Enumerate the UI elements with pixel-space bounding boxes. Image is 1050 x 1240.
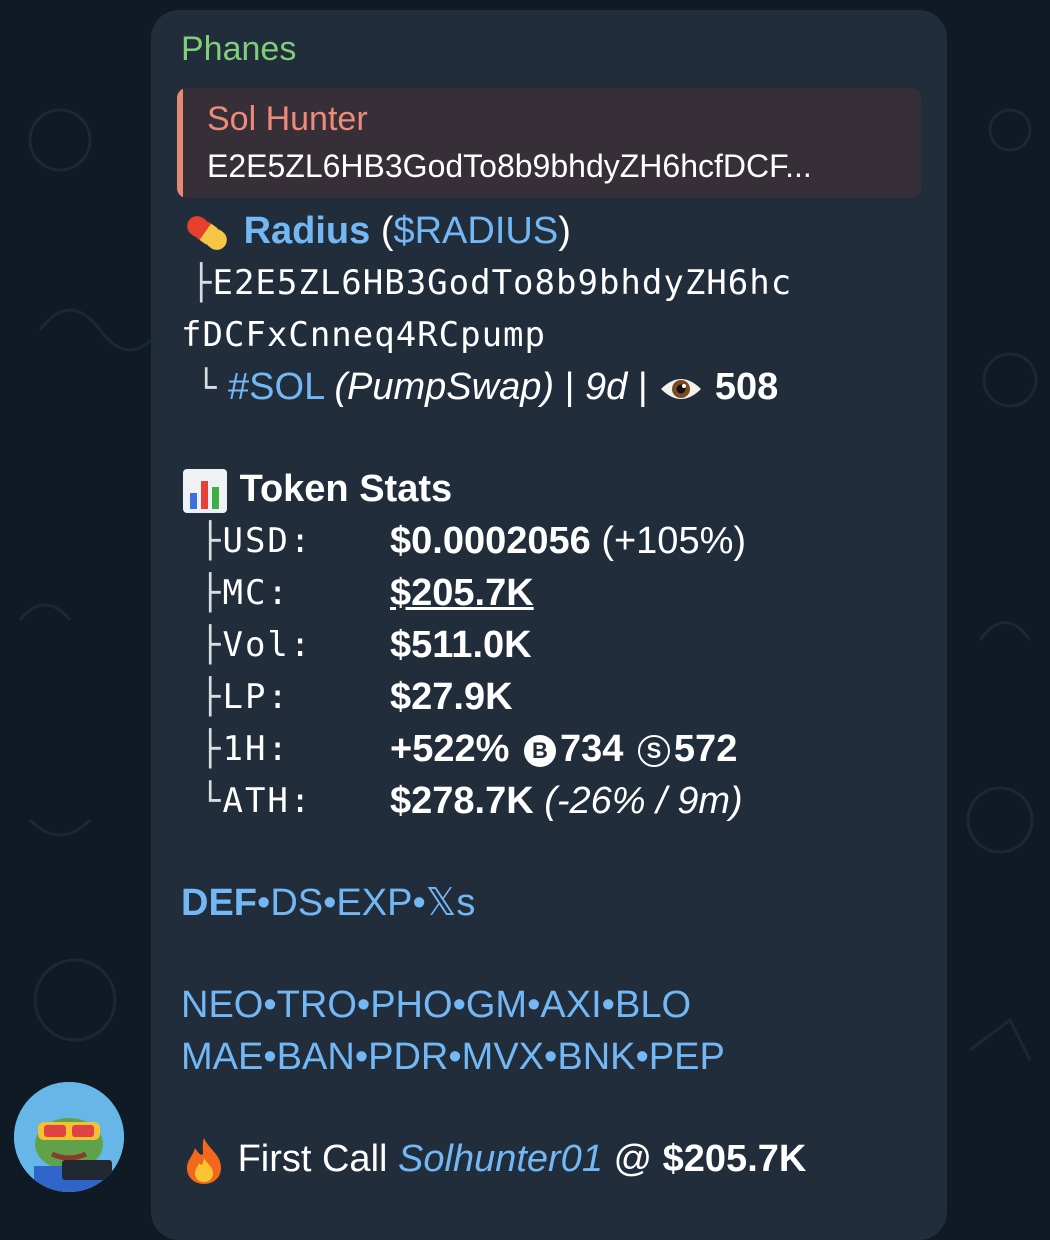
stat-value-usd: $0.0002056 (+105%) (390, 520, 747, 562)
token-meta-line: └ #SOL (PumpSwap) | 9d | 508 (196, 366, 779, 408)
stat-value-1h: +522% B 734 S 572 (390, 728, 738, 770)
stat-label-lp: ├LP: (200, 677, 290, 717)
link-tro[interactable]: TRO (277, 984, 357, 1026)
sells-icon: S (637, 734, 670, 767)
reply-text: E2E5ZL6HB3GodTo8b9bhdyZH6hcfDCF... (207, 148, 812, 184)
contract-address-line2[interactable]: fDCFxCnneq4RCpump (181, 312, 546, 358)
chain-hashtag[interactable]: #SOL (228, 366, 324, 408)
contract-address-line1[interactable]: ├E2E5ZL6HB3GodTo8b9bhdyZH6hc (191, 260, 792, 306)
buys-icon: B (523, 734, 556, 767)
first-call-line: First Call Solhunter01 @ $205.7K (181, 1136, 806, 1186)
stat-value-ath: $278.7K (-26% / 9m) (390, 780, 743, 822)
link-pep[interactable]: PEP (649, 1036, 725, 1078)
fire-icon (187, 1138, 221, 1184)
token-name-link[interactable]: Radius (244, 210, 371, 252)
quick-links-row-2: NEO•TRO•PHO•GM•AXI•BLO (181, 984, 692, 1026)
first-call-label: First Call (237, 1138, 388, 1181)
token-title: Radius ($RADIUS) (181, 208, 571, 255)
first-call-user-link[interactable]: Solhunter01 (398, 1138, 603, 1180)
token-age: 9d (585, 366, 628, 408)
eye-icon (661, 378, 702, 399)
stat-label-ath: └ATH: (200, 781, 313, 821)
pill-icon (187, 216, 227, 250)
token-stats-heading: Token Stats (181, 466, 452, 515)
reply-accent-bar (177, 88, 183, 198)
link-ban[interactable]: BAN (277, 1036, 355, 1078)
token-ticker-link[interactable]: $RADIUS (393, 210, 558, 252)
sells-count: 572 (673, 728, 738, 770)
link-pdr[interactable]: PDR (368, 1036, 448, 1078)
avatar[interactable] (14, 1082, 124, 1192)
view-count: 508 (714, 366, 779, 408)
link-gm[interactable]: GM (466, 984, 527, 1026)
reply-quote[interactable]: Sol Hunter E2E5ZL6HB3GodTo8b9bhdyZH6hcfD… (177, 88, 921, 198)
stat-label-usd: ├USD: (200, 521, 313, 561)
link-xs[interactable]: 𝕏s (426, 882, 476, 924)
first-call-price: $205.7K (662, 1138, 807, 1181)
stat-value-lp: $27.9K (390, 676, 513, 718)
link-mvx[interactable]: MVX (462, 1036, 544, 1078)
bar-chart-icon (183, 468, 227, 513)
link-ds[interactable]: DS (270, 882, 323, 924)
frog-avatar-icon (14, 1082, 124, 1192)
dex-name: (PumpSwap) (334, 366, 555, 408)
stat-label-vol: ├Vol: (200, 625, 313, 665)
buys-count: 734 (559, 728, 624, 770)
stat-value-vol: $511.0K (390, 624, 532, 666)
quick-links-row-3: MAE•BAN•PDR•MVX•BNK•PEP (181, 1036, 725, 1078)
stat-label-1h: ├1H: (200, 729, 290, 769)
stat-value-mc[interactable]: $205.7K (390, 570, 534, 616)
link-def[interactable]: DEF (181, 882, 257, 924)
link-neo[interactable]: NEO (181, 984, 263, 1026)
link-blo[interactable]: BLO (615, 984, 691, 1026)
link-axi[interactable]: AXI (540, 984, 601, 1026)
link-mae[interactable]: MAE (181, 1036, 263, 1078)
link-exp[interactable]: EXP (336, 882, 412, 924)
stat-label-mc: ├MC: (200, 573, 290, 613)
link-bnk[interactable]: BNK (557, 1036, 635, 1078)
quick-links-row-1: DEF•DS•EXP•𝕏s (181, 882, 476, 924)
link-pho[interactable]: PHO (370, 984, 452, 1026)
sender-name[interactable]: Phanes (181, 28, 296, 70)
reply-author: Sol Hunter (207, 100, 368, 138)
